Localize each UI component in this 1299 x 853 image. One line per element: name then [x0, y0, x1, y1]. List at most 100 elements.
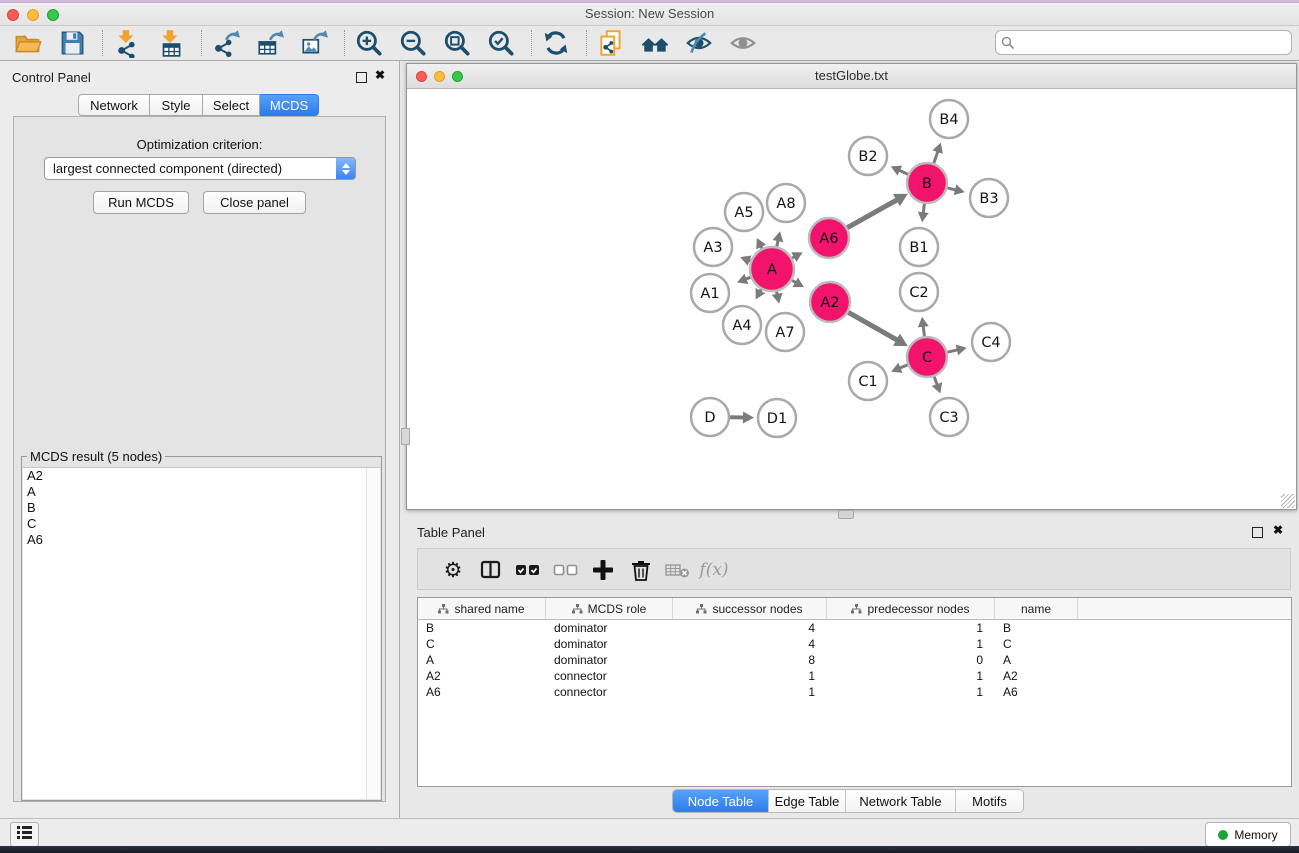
- show-all-button[interactable]: [723, 27, 763, 59]
- graph-edge-A-A8: [773, 231, 784, 246]
- close-panel-icon[interactable]: ✖: [1273, 523, 1283, 537]
- graph-node-C4[interactable]: C4: [972, 323, 1010, 361]
- table-row[interactable]: Cdominator41C: [418, 636, 1291, 652]
- import-network-button[interactable]: [107, 27, 147, 59]
- splitter-grip[interactable]: [401, 428, 410, 445]
- column-header-name[interactable]: name: [995, 598, 1078, 619]
- table-row[interactable]: A2connector11A2: [418, 668, 1291, 684]
- task-history-button[interactable]: [10, 822, 39, 847]
- main-toolbar-groups: [8, 27, 767, 59]
- delete-button[interactable]: [628, 557, 654, 583]
- graph-node-A4[interactable]: A4: [723, 306, 761, 344]
- table-row[interactable]: A6connector11A6: [418, 684, 1291, 700]
- column-header-shared-name[interactable]: shared name: [418, 598, 546, 619]
- graph-node-A[interactable]: A: [750, 247, 794, 291]
- graph-node-A2[interactable]: A2: [810, 282, 850, 322]
- tab-network-table[interactable]: Network Table: [846, 790, 956, 812]
- hide-selected-button[interactable]: [679, 27, 719, 59]
- close-panel-button[interactable]: Close panel: [203, 191, 306, 214]
- graph-node-A6[interactable]: A6: [809, 218, 849, 258]
- open-session-button[interactable]: [8, 27, 48, 59]
- mcds-result-item[interactable]: A: [23, 484, 380, 500]
- optimization-criterion-dropdown[interactable]: largest connected component (directed): [44, 157, 356, 180]
- svg-text:C3: C3: [939, 410, 958, 426]
- graph-node-A1[interactable]: A1: [691, 274, 729, 312]
- graph-node-C2[interactable]: C2: [900, 273, 938, 311]
- memory-button[interactable]: Memory: [1205, 822, 1291, 847]
- column-header-predecessor-nodes[interactable]: predecessor nodes: [827, 598, 995, 619]
- export-network-button[interactable]: [206, 27, 246, 59]
- network-graph-canvas[interactable]: B4 B2 B B3 A5A8A6 A3 A B1 A1 C2 A2 A4 A7 C C4 C1 C3 D D1: [407, 88, 1296, 509]
- table-cell: A2: [418, 668, 546, 684]
- tab-node-table[interactable]: Node Table: [673, 790, 769, 812]
- graph-node-B2[interactable]: B2: [849, 137, 887, 175]
- table-cell: 1: [673, 684, 827, 700]
- column-header-icon: [438, 604, 449, 614]
- export-image-button[interactable]: [294, 27, 334, 59]
- tab-mcds[interactable]: MCDS: [260, 94, 319, 116]
- graph-node-A3[interactable]: A3: [694, 228, 732, 266]
- toolbar-separator: [574, 30, 587, 56]
- result-scrollbar[interactable]: [366, 468, 380, 799]
- table-row[interactable]: Bdominator41B: [418, 620, 1291, 636]
- zoom-fit-icon: [442, 28, 472, 58]
- import-table-button[interactable]: [151, 27, 191, 59]
- graph-node-C[interactable]: C: [907, 337, 947, 377]
- run-mcds-button[interactable]: Run MCDS: [93, 191, 189, 214]
- search-input[interactable]: [1019, 30, 1291, 55]
- close-panel-icon[interactable]: ✖: [375, 68, 385, 82]
- graph-node-B3[interactable]: B3: [970, 179, 1008, 217]
- zoom-in-button[interactable]: [349, 27, 389, 59]
- table-row[interactable]: Adominator80A: [418, 652, 1291, 668]
- mcds-result-item[interactable]: B: [23, 500, 380, 516]
- graph-node-D1[interactable]: D1: [758, 399, 796, 437]
- svg-text:A7: A7: [775, 325, 794, 341]
- tab-edge-table[interactable]: Edge Table: [769, 790, 846, 812]
- graph-node-D[interactable]: D: [691, 398, 729, 436]
- settings-gear-button[interactable]: ⚙: [440, 557, 466, 583]
- window-resize-grip[interactable]: [1281, 494, 1295, 508]
- zoom-fit-button[interactable]: [437, 27, 477, 59]
- export-image-icon: [299, 28, 329, 58]
- table-cell: 4: [673, 636, 827, 652]
- mcds-result-item[interactable]: C: [23, 516, 380, 532]
- graph-node-A5[interactable]: A5: [725, 193, 763, 231]
- graph-node-C3[interactable]: C3: [930, 398, 968, 436]
- float-panel-icon[interactable]: [1252, 527, 1263, 538]
- tab-motifs[interactable]: Motifs: [956, 790, 1023, 812]
- float-panel-icon[interactable]: [356, 72, 367, 83]
- apply-layout-button[interactable]: [536, 27, 576, 59]
- network-window-titlebar[interactable]: testGlobe.txt: [407, 64, 1296, 89]
- add-button[interactable]: [590, 557, 616, 583]
- mcds-result-item[interactable]: A2: [23, 468, 380, 484]
- graph-node-B[interactable]: B: [907, 163, 947, 203]
- mcds-panel: Optimization criterion: largest connecte…: [13, 116, 386, 802]
- table-cell: connector: [546, 668, 673, 684]
- table-cell: A6: [418, 684, 546, 700]
- new-network-button[interactable]: [591, 27, 631, 59]
- tab-style[interactable]: Style: [150, 94, 203, 116]
- tab-network[interactable]: Network: [78, 94, 150, 116]
- column-header-successor-nodes[interactable]: successor nodes: [673, 598, 827, 619]
- unselect-all-columns-button[interactable]: [553, 557, 579, 583]
- graph-node-A8[interactable]: A8: [767, 184, 805, 222]
- mcds-result-item[interactable]: A6: [23, 532, 380, 548]
- save-session-button[interactable]: [52, 27, 92, 59]
- zoom-out-button[interactable]: [393, 27, 433, 59]
- first-neighbors-button[interactable]: [635, 27, 675, 59]
- select-all-columns-button[interactable]: [515, 557, 541, 583]
- graph-node-B4[interactable]: B4: [930, 100, 968, 138]
- search-field[interactable]: [995, 30, 1292, 55]
- show-columns-button[interactable]: [478, 557, 504, 583]
- tab-select[interactable]: Select: [203, 94, 260, 116]
- graph-edge-B-B3: [947, 184, 964, 195]
- svg-text:A3: A3: [703, 240, 722, 256]
- graph-node-C1[interactable]: C1: [849, 362, 887, 400]
- zoom-selected-button[interactable]: [481, 27, 521, 59]
- application-window: Session: New Session Control Panel ✖ Net…: [0, 0, 1299, 853]
- export-table-button[interactable]: [250, 27, 290, 59]
- graph-node-B1[interactable]: B1: [900, 228, 938, 266]
- column-header-MCDS-role[interactable]: MCDS role: [546, 598, 673, 619]
- network-window-title: testGlobe.txt: [407, 68, 1296, 83]
- graph-node-A7[interactable]: A7: [766, 313, 804, 351]
